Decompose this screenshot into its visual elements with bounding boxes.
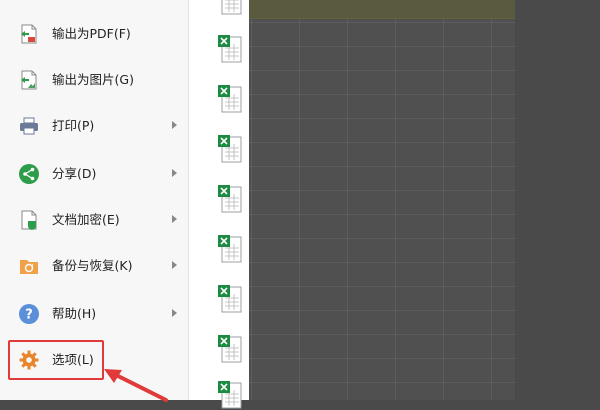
submenu-arrow-icon	[172, 169, 177, 177]
highlight-box	[8, 340, 104, 380]
submenu-arrow-icon	[172, 309, 177, 317]
spreadsheet-file-icon[interactable]	[217, 84, 243, 114]
spreadsheet-file-icon[interactable]	[217, 380, 243, 410]
image-export-icon	[21, 70, 37, 90]
red-arrow-annotation	[104, 369, 168, 402]
menu-item-backup[interactable]: 备份与恢复(K)	[0, 246, 188, 286]
spreadsheet-file-icon[interactable]	[217, 284, 243, 314]
spreadsheet-file-icon[interactable]	[217, 184, 243, 214]
menu-item-label: 输出为图片(G)	[52, 72, 134, 87]
document-lock-icon	[21, 210, 37, 230]
menu-item-help[interactable]: ? 帮助(H)	[0, 294, 188, 334]
spreadsheet-header-row	[249, 0, 515, 19]
menu-item-share[interactable]: 分享(D)	[0, 154, 188, 194]
help-icon: ?	[19, 304, 39, 324]
menu-item-label: 打印(P)	[52, 118, 95, 133]
menu-item-print[interactable]: 打印(P)	[0, 106, 188, 146]
spreadsheet-file-icon[interactable]	[217, 0, 243, 16]
dimmed-background	[515, 0, 600, 400]
svg-text:?: ?	[25, 308, 33, 323]
menu-item-label: 分享(D)	[52, 166, 97, 181]
backup-folder-icon	[20, 260, 38, 274]
menu-item-label: 输出为PDF(F)	[52, 26, 131, 41]
menu-item-label: 备份与恢复(K)	[52, 258, 133, 273]
submenu-arrow-icon	[172, 215, 177, 223]
file-menu: 输出为PDF(F) 输出为图片(G) 打印(P) 分享(D) 文档加密(E) 备…	[0, 0, 189, 400]
recent-files-panel	[189, 0, 249, 409]
submenu-arrow-icon	[172, 121, 177, 129]
menu-item-encrypt[interactable]: 文档加密(E)	[0, 200, 188, 240]
spreadsheet-file-icon[interactable]	[217, 34, 243, 64]
pdf-export-icon	[21, 24, 37, 44]
share-icon	[19, 164, 39, 184]
spreadsheet-file-icon[interactable]	[217, 134, 243, 164]
menu-item-label: 文档加密(E)	[52, 212, 120, 227]
menu-item-export-image[interactable]: 输出为图片(G)	[0, 60, 188, 100]
spreadsheet-file-icon[interactable]	[217, 334, 243, 364]
spreadsheet-file-icon[interactable]	[217, 234, 243, 264]
menu-item-label: 帮助(H)	[52, 306, 97, 321]
printer-icon	[20, 117, 38, 135]
menu-item-export-pdf[interactable]: 输出为PDF(F)	[0, 14, 188, 54]
submenu-arrow-icon	[172, 261, 177, 269]
